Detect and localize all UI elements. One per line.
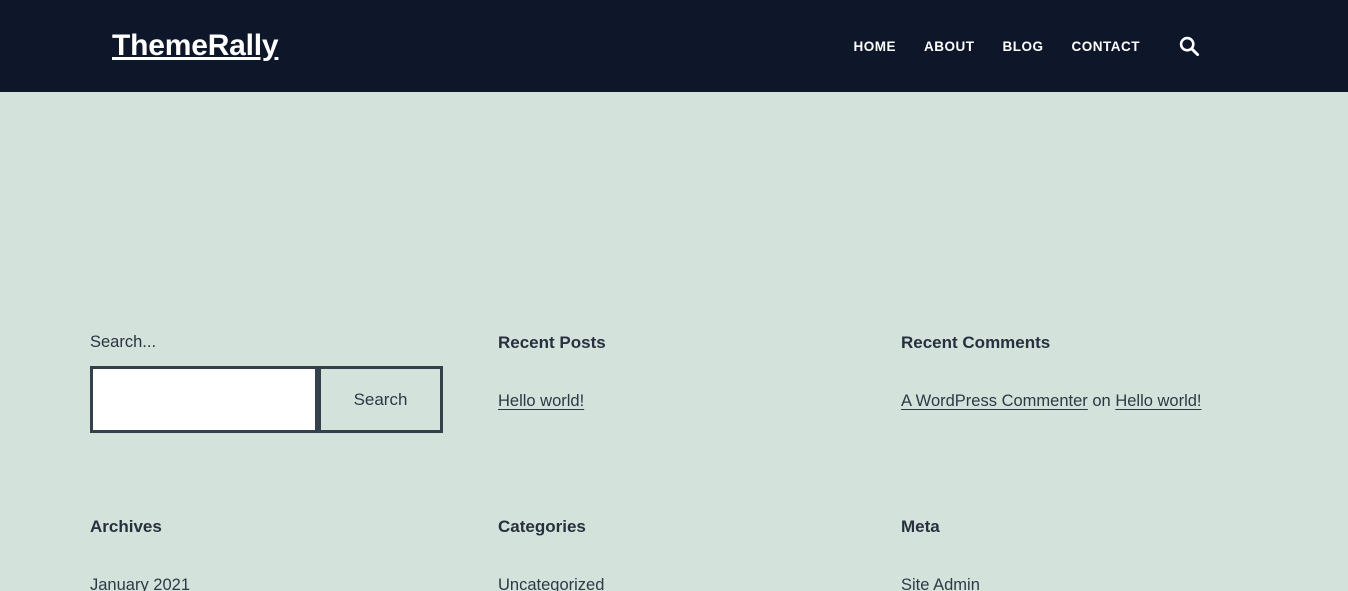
content-area: Search... Search Recent Posts Hello worl… [0, 92, 1348, 591]
widget-grid: Search... Search Recent Posts Hello worl… [90, 333, 1258, 591]
comment-author-link[interactable]: A WordPress Commenter [901, 392, 1088, 410]
search-submit-button[interactable]: Search [318, 365, 443, 433]
widget-categories: Categories Uncategorized [498, 517, 901, 591]
widget-meta: Meta Site Admin [901, 517, 1258, 591]
nav-item-about[interactable]: ABOUT [924, 39, 975, 54]
list-item[interactable]: Hello world! [498, 392, 584, 410]
list-item[interactable]: January 2021 [90, 576, 190, 591]
main-navigation: HOME ABOUT BLOG CONTACT [854, 35, 1201, 57]
widget-archives: Archives January 2021 [90, 517, 498, 591]
widget-search: Search... Search [90, 333, 498, 433]
nav-item-home[interactable]: HOME [854, 39, 897, 54]
widget-recent-comments: Recent Comments A WordPress Commenter on… [901, 333, 1258, 433]
list-item[interactable]: Uncategorized [498, 576, 604, 591]
comment-post-link[interactable]: Hello world! [1115, 392, 1201, 410]
search-form: Search [90, 365, 443, 433]
comment-connector-word: on [1092, 392, 1111, 411]
site-header: ThemeRally HOME ABOUT BLOG CONTACT [0, 0, 1348, 92]
search-input[interactable] [90, 365, 318, 433]
widget-title-recent-comments: Recent Comments [901, 333, 1051, 352]
widget-title-archives: Archives [90, 516, 162, 536]
search-widget-label: Search... [90, 333, 157, 351]
nav-item-contact[interactable]: CONTACT [1072, 39, 1141, 54]
list-item[interactable]: Site Admin [901, 576, 980, 591]
widget-title-meta: Meta [901, 516, 940, 536]
nav-item-blog[interactable]: BLOG [1003, 39, 1044, 54]
search-icon[interactable] [1178, 35, 1200, 57]
widget-title-recent-posts: Recent Posts [498, 333, 606, 352]
site-logo[interactable]: ThemeRally [112, 31, 279, 61]
widget-title-categories: Categories [498, 516, 586, 536]
widget-recent-posts: Recent Posts Hello world! [498, 333, 901, 433]
list-item: A WordPress Commenter on Hello world! [901, 391, 1258, 412]
